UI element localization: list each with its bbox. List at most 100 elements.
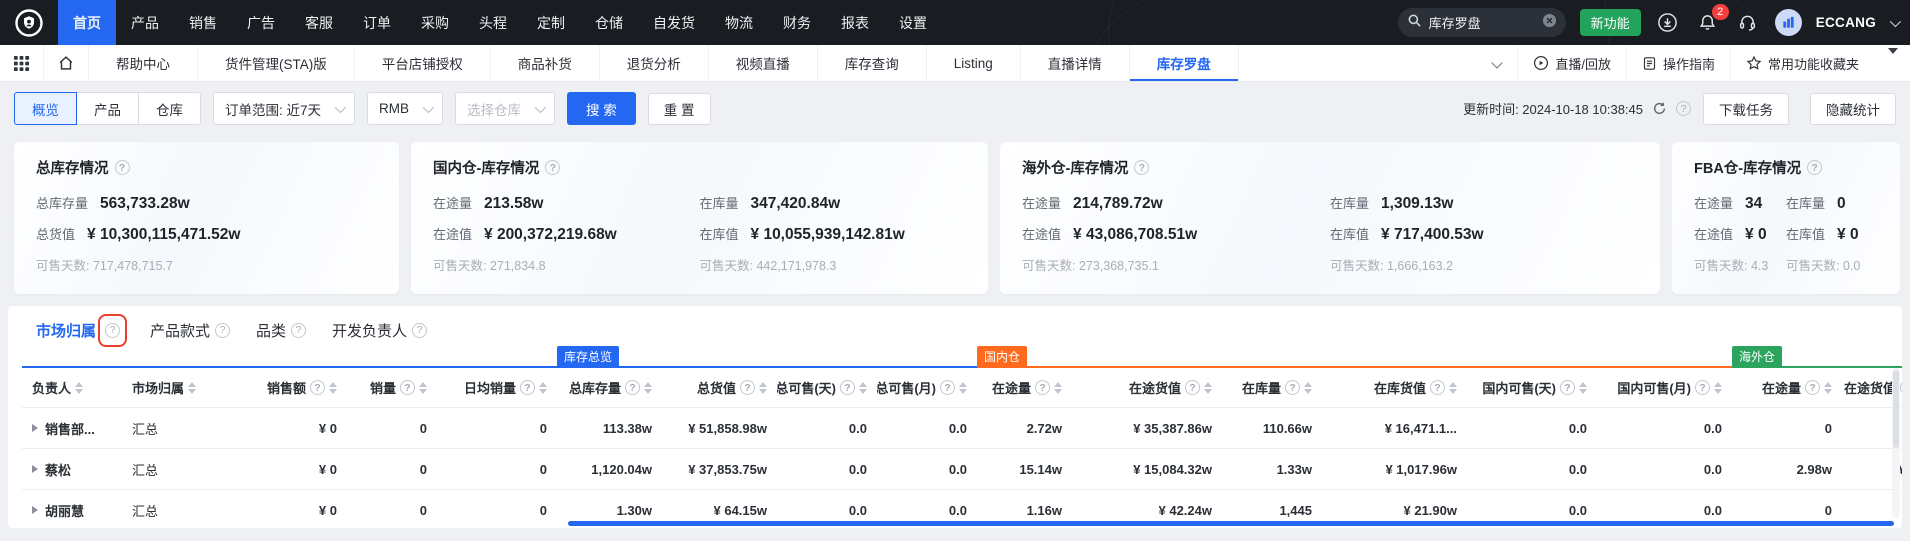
tabbar-action-1[interactable]: 直播/回放 bbox=[1517, 45, 1626, 81]
sort-icon[interactable] bbox=[75, 382, 83, 394]
top-menu-item[interactable]: 头程 bbox=[464, 0, 522, 45]
search-button[interactable]: 搜 索 bbox=[567, 92, 636, 125]
horizontal-scrollbar[interactable] bbox=[568, 521, 1894, 526]
avatar[interactable] bbox=[1775, 9, 1802, 36]
header-cell[interactable]: 在途货值? bbox=[1072, 368, 1222, 407]
sort-icon[interactable] bbox=[539, 382, 547, 394]
sort-icon[interactable] bbox=[644, 382, 652, 394]
hide-stats-button[interactable]: 隐藏统计 bbox=[1810, 93, 1896, 125]
sort-icon[interactable] bbox=[188, 382, 196, 394]
top-menu-item[interactable]: 定制 bbox=[522, 0, 580, 45]
header-cell[interactable]: 国内可售(天)? bbox=[1467, 368, 1597, 407]
expand-row-icon[interactable] bbox=[32, 465, 38, 473]
top-menu-item[interactable]: 设置 bbox=[884, 0, 942, 45]
page-tab[interactable]: 库存查询 bbox=[818, 45, 927, 81]
page-tab[interactable]: 商品补货 bbox=[491, 45, 600, 81]
page-tab[interactable]: 帮助中心 bbox=[89, 45, 198, 81]
favorites-dropdown-icon[interactable] bbox=[1874, 54, 1910, 72]
top-menu-item[interactable]: 首页 bbox=[58, 0, 116, 45]
help-icon[interactable]: ? bbox=[625, 380, 640, 395]
header-cell[interactable]: 总可售(天)? bbox=[777, 368, 877, 407]
header-cell[interactable]: 总可售(月)? bbox=[877, 368, 977, 407]
header-cell[interactable]: 在库量? bbox=[1222, 368, 1322, 407]
page-tab[interactable]: 直播详情 bbox=[1021, 45, 1130, 81]
view-button[interactable]: 仓库 bbox=[138, 92, 201, 125]
dimension-tab[interactable]: 产品款式? bbox=[150, 320, 230, 341]
tabbar-action-3[interactable]: 常用功能收藏夹 bbox=[1730, 45, 1874, 81]
header-cell[interactable]: 在库货值? bbox=[1322, 368, 1467, 407]
vertical-scrollbar[interactable] bbox=[1892, 368, 1900, 518]
expand-row-icon[interactable] bbox=[32, 506, 38, 514]
help-icon[interactable]: ? bbox=[1430, 380, 1445, 395]
currency-select[interactable]: RMB bbox=[367, 92, 443, 125]
help-icon[interactable]: ? bbox=[215, 323, 230, 338]
help-icon[interactable]: ? bbox=[115, 160, 130, 175]
view-button[interactable]: 产品 bbox=[76, 92, 139, 125]
top-menu-item[interactable]: 产品 bbox=[116, 0, 174, 45]
header-cell[interactable]: 在途量? bbox=[977, 368, 1072, 407]
tabbar-action-2[interactable]: 操作指南 bbox=[1626, 45, 1730, 81]
help-icon[interactable]: ? bbox=[1560, 380, 1575, 395]
header-cell[interactable]: 销量? bbox=[347, 368, 437, 407]
header-cell[interactable]: 国内可售(月)? bbox=[1597, 368, 1732, 407]
sort-icon[interactable] bbox=[329, 382, 337, 394]
sort-icon[interactable] bbox=[1449, 382, 1457, 394]
help-icon[interactable]: ? bbox=[310, 380, 325, 395]
sort-icon[interactable] bbox=[959, 382, 967, 394]
help-icon[interactable]: ? bbox=[400, 380, 415, 395]
page-tab[interactable]: 视频直播 bbox=[709, 45, 818, 81]
header-cell[interactable]: 负责人 bbox=[22, 368, 122, 407]
top-menu-item[interactable]: 报表 bbox=[826, 0, 884, 45]
top-menu-item[interactable]: 客服 bbox=[290, 0, 348, 45]
help-icon[interactable]: ? bbox=[740, 380, 755, 395]
help-icon[interactable]: ? bbox=[1676, 101, 1691, 116]
page-tab[interactable]: 平台店铺授权 bbox=[355, 45, 491, 81]
apps-grid-icon[interactable] bbox=[0, 45, 44, 81]
dimension-tab[interactable]: 市场归属? bbox=[36, 320, 124, 341]
header-cell[interactable]: 销售额? bbox=[237, 368, 347, 407]
global-search-input[interactable]: 库存罗盘 bbox=[1398, 8, 1566, 37]
header-cell[interactable]: 总库存量? bbox=[557, 368, 662, 407]
help-icon[interactable]: ? bbox=[545, 160, 560, 175]
sort-icon[interactable] bbox=[1054, 382, 1062, 394]
tabs-overflow-chevron-icon[interactable] bbox=[1477, 54, 1517, 72]
help-icon[interactable]: ? bbox=[1185, 380, 1200, 395]
expand-row-icon[interactable] bbox=[32, 424, 38, 432]
dimension-tab[interactable]: 品类? bbox=[256, 320, 306, 341]
page-tab[interactable]: 库存罗盘 bbox=[1130, 45, 1239, 81]
help-icon[interactable]: ? bbox=[840, 380, 855, 395]
refresh-icon[interactable] bbox=[1652, 101, 1667, 116]
page-tab[interactable]: 退货分析 bbox=[600, 45, 709, 81]
sort-icon[interactable] bbox=[1579, 382, 1587, 394]
download-tasks-button[interactable]: 下载任务 bbox=[1703, 93, 1789, 125]
header-cell[interactable]: 市场归属 bbox=[122, 368, 237, 407]
view-button[interactable]: 概览 bbox=[14, 92, 77, 125]
top-menu-item[interactable]: 广告 bbox=[232, 0, 290, 45]
download-icon[interactable] bbox=[1655, 10, 1681, 36]
top-menu-item[interactable]: 销售 bbox=[174, 0, 232, 45]
help-icon[interactable]: ? bbox=[1134, 160, 1149, 175]
clear-search-icon[interactable] bbox=[1542, 13, 1557, 33]
new-feature-button[interactable]: 新功能 bbox=[1580, 9, 1641, 36]
page-tab[interactable]: 货件管理(STA)版 bbox=[198, 45, 355, 81]
help-icon[interactable]: ? bbox=[412, 323, 427, 338]
help-icon[interactable]: ? bbox=[1900, 380, 1902, 395]
help-icon[interactable]: ? bbox=[1805, 380, 1820, 395]
order-range-select[interactable]: 订单范围: 近7天 bbox=[213, 92, 355, 125]
top-menu-item[interactable]: 订单 bbox=[348, 0, 406, 45]
support-headset-icon[interactable] bbox=[1735, 10, 1761, 36]
help-icon[interactable]: ? bbox=[1035, 380, 1050, 395]
help-icon[interactable]: ? bbox=[105, 323, 120, 338]
sort-icon[interactable] bbox=[859, 382, 867, 394]
dimension-tab[interactable]: 开发负责人? bbox=[332, 320, 427, 341]
help-icon[interactable]: ? bbox=[1807, 160, 1822, 175]
home-icon[interactable] bbox=[44, 45, 89, 81]
sort-icon[interactable] bbox=[1204, 382, 1212, 394]
help-icon[interactable]: ? bbox=[520, 380, 535, 395]
top-menu-item[interactable]: 自发货 bbox=[638, 0, 710, 45]
top-menu-item[interactable]: 仓储 bbox=[580, 0, 638, 45]
top-menu-item[interactable]: 财务 bbox=[768, 0, 826, 45]
header-cell[interactable]: 日均销量? bbox=[437, 368, 557, 407]
account-chevron-down-icon[interactable] bbox=[1890, 15, 1901, 26]
sort-icon[interactable] bbox=[1304, 382, 1312, 394]
